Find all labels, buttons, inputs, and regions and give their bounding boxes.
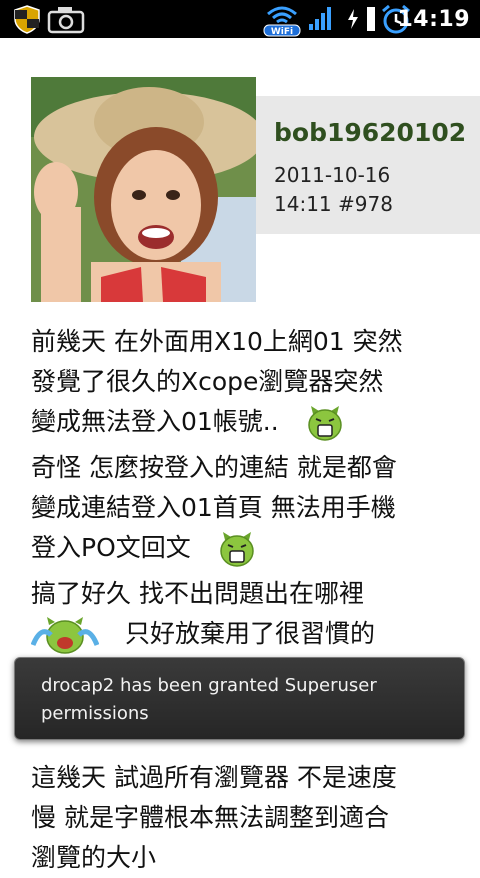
post-date: 2011-10-16 xyxy=(274,163,391,187)
post-line: 前幾天 在外面用X10上網01 突然 xyxy=(31,327,403,356)
post-time-number: 14:11 #978 xyxy=(274,192,393,216)
post-line: 這幾天 試過所有瀏覽器 不是速度 xyxy=(31,763,397,792)
charging-icon xyxy=(348,9,358,29)
post-line: 變成無法登入01帳號.. xyxy=(31,402,471,448)
camera-icon[interactable] xyxy=(46,4,86,34)
post-line: 只好放棄用了很習慣的 xyxy=(31,614,471,660)
wifi-label: WiFi xyxy=(271,27,293,37)
status-bar: WiFi 14:19 xyxy=(0,0,480,38)
post-line-text: 登入PO文回文 xyxy=(31,533,191,562)
smile-emoji-icon xyxy=(307,406,342,441)
username-link[interactable]: bob19620102 xyxy=(274,118,466,147)
post-line: 搞了好久 找不出問題出在哪裡 xyxy=(31,579,364,608)
shield-warning-icon[interactable] xyxy=(12,4,42,34)
wifi-icon[interactable]: WiFi xyxy=(262,0,302,38)
toast-message: drocap2 has been granted Superuser permi… xyxy=(41,675,377,724)
crying-emoji-icon xyxy=(31,617,99,654)
signal-icon[interactable] xyxy=(308,4,334,32)
user-avatar[interactable] xyxy=(31,77,256,302)
status-time: 14:19 xyxy=(397,7,470,32)
post-line-text: 變成無法登入01帳號.. xyxy=(31,407,279,436)
post-line: 慢 就是字體根本無法調整到適合 xyxy=(31,803,389,832)
battery-icon xyxy=(367,7,375,31)
post-line: 瀏覽的大小 xyxy=(31,843,157,872)
post-line: 變成連結登入01首頁 無法用手機 xyxy=(31,493,396,522)
post-line: 發覺了很久的Xcope瀏覽器突然 xyxy=(31,367,384,396)
post-meta: bob19620102 2011-10-16 14:11 #978 xyxy=(256,96,480,234)
avatar-photo xyxy=(31,77,256,302)
post-body-continued: 這幾天 試過所有瀏覽器 不是速度 慢 就是字體根本無法調整到適合 瀏覽的大小 xyxy=(31,758,471,878)
smile-emoji-icon xyxy=(219,532,254,567)
post-line: 奇怪 怎麼按登入的連結 就是都會 xyxy=(31,453,397,482)
post-line: 登入PO文回文 xyxy=(31,528,471,574)
post-body: 前幾天 在外面用X10上網01 突然 發覺了很久的Xcope瀏覽器突然 變成無法… xyxy=(31,322,471,660)
post-line-text: 只好放棄用了很習慣的 xyxy=(124,619,375,648)
superuser-toast: drocap2 has been granted Superuser permi… xyxy=(14,657,465,740)
